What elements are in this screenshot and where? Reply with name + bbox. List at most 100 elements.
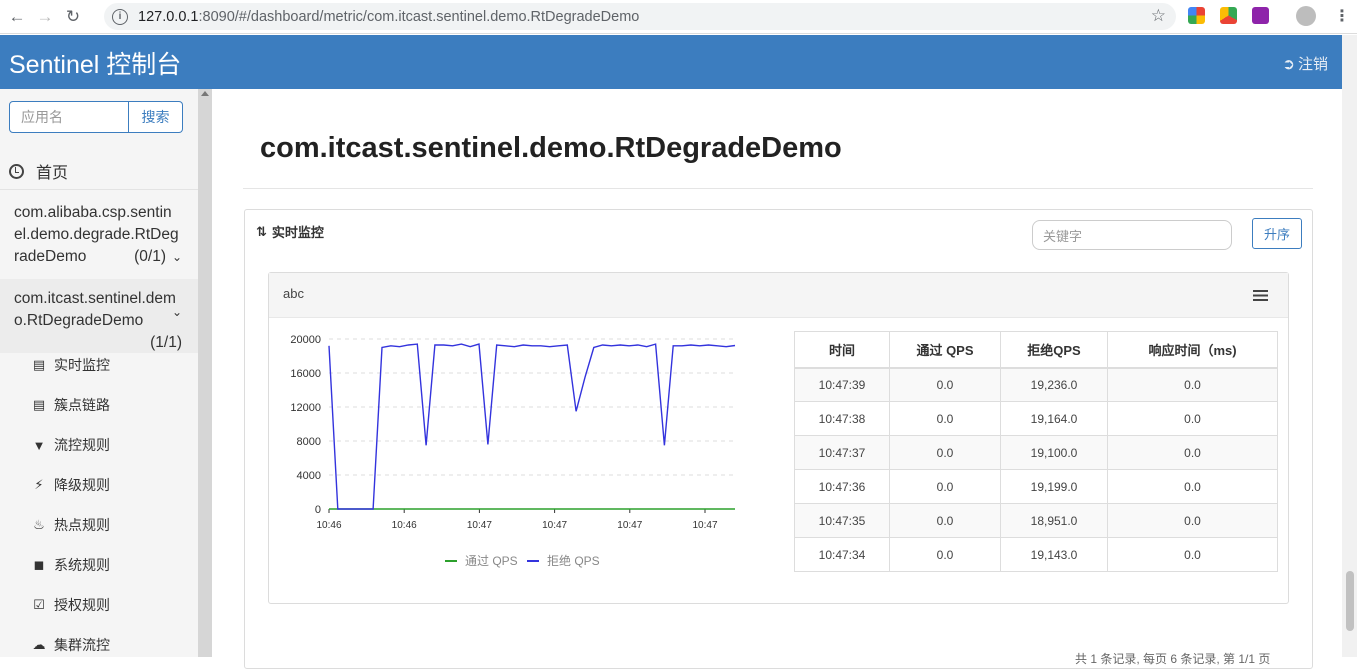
sidebar-item-label: 流控规则	[54, 437, 110, 453]
table-row: 10:47:37 0.0 19,100.0 0.0	[794, 435, 1278, 470]
app-name-line: el.demo.degrade.RtDeg	[14, 226, 179, 243]
site-info-icon[interactable]: i	[112, 8, 128, 25]
table-header: 响应时间（ms)	[1107, 331, 1278, 369]
browser-menu-icon[interactable]: ⋮	[1334, 6, 1350, 26]
table-cell: 0.0	[889, 367, 1001, 402]
table-cell: 19,100.0	[1000, 435, 1108, 470]
keyword-input[interactable]: 关键字	[1032, 220, 1232, 250]
sidebar-item-home[interactable]: 首页	[9, 159, 68, 183]
y-tick-label: 16000	[290, 368, 321, 380]
sidebar-app-degrade[interactable]: com.alibaba.csp.sentin el.demo.degrade.R…	[0, 202, 198, 278]
reload-icon[interactable]: ↻	[62, 6, 84, 28]
forward-icon[interactable]: →	[34, 6, 56, 28]
table-cell: 10:47:38	[794, 401, 890, 436]
app-count: (0/1)	[134, 248, 166, 265]
y-tick-label: 12000	[290, 402, 321, 414]
table-cell: 10:47:34	[794, 537, 890, 572]
profile-avatar-icon[interactable]	[1296, 6, 1316, 26]
lock-icon: ◼	[33, 557, 45, 572]
table-cell: 0.0	[1107, 503, 1278, 538]
table-header: 拒绝QPS	[1000, 331, 1108, 369]
table-row: 10:47:34 0.0 19,143.0 0.0	[794, 537, 1278, 572]
sidebar-item-system-rules[interactable]: ◼ 系统规则	[32, 555, 110, 575]
x-tick-label: 10:47	[617, 520, 642, 531]
card-header: abc	[269, 273, 1288, 318]
y-tick-label: 20000	[290, 334, 321, 346]
check-icon: ☑	[33, 597, 45, 612]
table-cell: 19,143.0	[1000, 537, 1108, 572]
logout-label: 注销	[1297, 56, 1328, 73]
sidebar-item-auth-rules[interactable]: ☑ 授权规则	[32, 595, 110, 615]
chevron-down-icon: ⌄	[171, 305, 182, 319]
app-name-line: com.alibaba.csp.sentin	[14, 204, 172, 221]
qps-line-chart: 0 4000 8000 12000 16000 20000 10:46 10:46 10:47 1…	[290, 334, 736, 568]
sidebar-item-label: 降级规则	[54, 477, 110, 493]
brand-title[interactable]: Sentinel 控制台	[9, 45, 181, 81]
table-cell: 0.0	[889, 401, 1001, 436]
extension-icon-1[interactable]	[1188, 7, 1205, 24]
table-row: 10:47:35 0.0 18,951.0 0.0	[794, 503, 1278, 538]
table-cell: 10:47:36	[794, 469, 890, 504]
table-cell: 0.0	[889, 435, 1001, 470]
sidebar-item-realtime-monitor[interactable]: ▤ 实时监控	[32, 355, 110, 375]
page-scrollbar[interactable]	[1342, 35, 1357, 657]
sidebar-item-label: 簇点链路	[54, 397, 110, 413]
back-icon[interactable]: ←	[6, 6, 28, 28]
table-cell: 10:47:39	[794, 367, 890, 402]
sidebar-item-label: 热点规则	[54, 517, 110, 533]
table-cell: 10:47:35	[794, 503, 890, 538]
panel-title-label: 实时监控	[271, 225, 324, 240]
resource-card: abc 0 4000 8000 12000 16000 20000 10:46 10:46 10…	[268, 272, 1289, 604]
table-cell: 0.0	[1107, 537, 1278, 572]
table-cell: 0.0	[1107, 469, 1278, 504]
y-tick-label: 0	[315, 504, 321, 516]
sort-asc-button[interactable]: 升序	[1252, 218, 1302, 249]
sidebar-item-label: 实时监控	[54, 357, 110, 373]
logout-button[interactable]: ➲ 注销	[1282, 53, 1328, 74]
sidebar-item-label: 集群流控	[54, 637, 110, 653]
search-button[interactable]: 搜索	[129, 101, 183, 133]
menu-icon[interactable]	[1253, 290, 1268, 301]
legend-label: 拒绝 QPS	[547, 553, 600, 568]
main-content: com.itcast.sentinel.demo.RtDegradeDemo ⇅…	[215, 106, 1342, 669]
sidebar-item-label: 首页	[36, 165, 69, 182]
sidebar-scrollbar[interactable]	[198, 89, 212, 657]
x-tick-label: 10:47	[692, 520, 717, 531]
x-tick-label: 10:46	[392, 520, 417, 531]
sidebar-app-rtdegrade[interactable]: com.itcast.sentinel.dem o.RtDegradeDemo …	[0, 279, 198, 353]
app-header: Sentinel 控制台 ➲ 注销	[0, 35, 1342, 89]
bookmark-star-icon[interactable]: ☆	[1151, 6, 1166, 26]
filter-icon: ▼	[32, 437, 46, 453]
divider	[243, 188, 1313, 189]
y-tick-label: 4000	[297, 470, 321, 482]
sidebar-item-cluster-link[interactable]: ▤ 簇点链路	[32, 395, 110, 415]
url-text[interactable]: 127.0.0.1:8090/#/dashboard/metric/com.it…	[138, 9, 639, 25]
app-search-input[interactable]: 应用名	[9, 101, 129, 133]
bar-chart-icon: ▤	[32, 357, 46, 372]
series-line	[328, 343, 736, 510]
extension-icon-2[interactable]	[1220, 7, 1237, 24]
sidebar-item-cluster-flow[interactable]: ☁ 集群流控	[32, 635, 111, 655]
table-header: 通过 QPS	[889, 331, 1001, 369]
table-cell: 0.0	[889, 503, 1001, 538]
sidebar-item-flow-rules[interactable]: ▼ 流控规则	[32, 435, 110, 455]
resource-name: abc	[283, 286, 304, 301]
y-tick-label: 8000	[297, 436, 321, 448]
table-row: 10:47:38 0.0 19,164.0 0.0	[794, 401, 1278, 436]
sidebar-item-hotspot-rules[interactable]: ♨ 热点规则	[32, 515, 110, 535]
table-cell: 0.0	[1107, 401, 1278, 436]
list-icon: ▤	[32, 397, 46, 412]
cloud-icon: ☁	[32, 637, 46, 652]
fire-icon: ♨	[33, 517, 45, 532]
table-row: 10:47:39 0.0 19,236.0 0.0	[794, 367, 1278, 402]
sidebar-item-degrade-rules[interactable]: ⚡ 降级规则	[32, 475, 110, 495]
x-tick-label: 10:47	[467, 520, 492, 531]
extension-icon-3[interactable]	[1252, 7, 1269, 24]
table-cell: 19,236.0	[1000, 367, 1108, 402]
monitor-panel: ⇅ 实时监控 关键字 升序 abc 0 4000 8000 12000 16000 200…	[244, 209, 1313, 669]
pagination-info: 共 1 条记录, 每页 6 条记录, 第 1/1 页	[1075, 652, 1271, 666]
address-bar[interactable]: i 127.0.0.1:8090/#/dashboard/metric/com.…	[104, 3, 1176, 30]
x-tick-label: 10:46	[316, 520, 341, 531]
app-name-line: o.RtDegradeDemo	[14, 312, 144, 329]
logout-icon: ➲	[1282, 55, 1295, 73]
